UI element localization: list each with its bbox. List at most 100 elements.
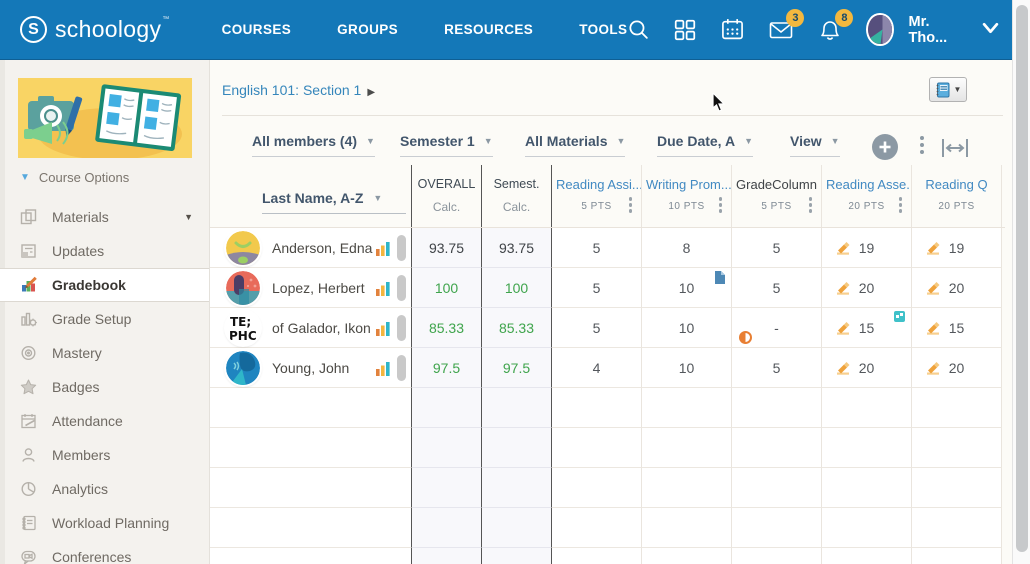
materials-filter[interactable]: All Materials▼ <box>525 133 625 157</box>
semester-grade-cell[interactable]: 93.75 <box>482 228 552 268</box>
comment-indicator-icon[interactable] <box>894 311 905 322</box>
student-stats-icon[interactable] <box>376 361 390 381</box>
notifications-count-badge: 8 <box>835 9 853 27</box>
grading-period-filter[interactable]: Semester 1▼ <box>400 133 493 157</box>
view-filter[interactable]: View▼ <box>790 133 840 157</box>
sidebar-item-analytics[interactable]: Analytics <box>0 472 209 506</box>
assignment-column-header: Writing Prom... 10 PTS <box>642 165 732 227</box>
assignment-title-link[interactable]: Reading Assi... <box>552 177 641 192</box>
sidebar-item-conferences[interactable]: Conferences <box>0 540 209 564</box>
members-filter[interactable]: All members (4)▼ <box>252 133 375 157</box>
student-stats-icon[interactable] <box>376 281 390 301</box>
column-kebab-icon[interactable] <box>719 197 723 213</box>
sort-students-control[interactable]: Last Name, A-Z ▼ <box>262 190 406 214</box>
course-options-toggle[interactable]: ▼ Course Options <box>20 170 129 185</box>
sidebar-item-mastery[interactable]: Mastery <box>0 336 209 370</box>
student-cell[interactable]: Young, John <box>210 348 412 388</box>
sidebar-item-members[interactable]: Members <box>0 438 209 472</box>
grade-cell[interactable]: 10 <box>642 308 732 348</box>
grade-cell[interactable]: 19 <box>822 228 912 268</box>
grade-cell[interactable]: 5 <box>732 268 822 308</box>
empty-cell <box>412 388 482 428</box>
student-row: Young, John 97.5 97.5 4 10 5 20 20 <box>210 348 1005 388</box>
grade-cell[interactable]: 5 <box>732 348 822 388</box>
notifications-bell-icon[interactable]: 8 <box>817 17 843 43</box>
sidebar-item-workload-planning[interactable]: Workload Planning <box>0 506 209 540</box>
grade-cell[interactable]: 4 <box>552 348 642 388</box>
semester-grade-cell[interactable]: 97.5 <box>482 348 552 388</box>
sidebar-item-gradebook[interactable]: Gradebook <box>0 268 209 302</box>
nav-item-groups[interactable]: GROUPS <box>337 22 398 37</box>
calendar-icon[interactable] <box>720 17 745 43</box>
sidebar-item-grade-setup[interactable]: Grade Setup <box>0 302 209 336</box>
user-menu-chevron-down-icon[interactable] <box>982 21 999 39</box>
sidebar-item-badges[interactable]: Badges <box>0 370 209 404</box>
student-cell[interactable]: Lopez, Herbert <box>210 268 412 308</box>
semester-grade-cell[interactable]: 85.33 <box>482 308 552 348</box>
assignment-title-link[interactable]: Reading Q <box>912 177 1001 192</box>
assignment-title[interactable]: GradeColumn <box>732 177 821 192</box>
assignment-title-link[interactable]: Writing Prom... <box>642 177 731 192</box>
grade-cell[interactable]: 5 <box>552 268 642 308</box>
column-kebab-icon[interactable] <box>899 197 903 213</box>
nav-item-tools[interactable]: TOOLS <box>579 22 627 37</box>
gradebook-view-button[interactable]: ▼ <box>929 77 967 102</box>
search-icon[interactable] <box>627 17 650 43</box>
nav-item-courses[interactable]: COURSES <box>222 22 292 37</box>
grade-cell[interactable]: 5 <box>552 228 642 268</box>
user-name[interactable]: Mr. Tho... <box>909 14 960 46</box>
grade-cell[interactable]: - <box>732 308 822 348</box>
submission-document-icon[interactable] <box>714 271 725 287</box>
row-scroll-handle[interactable] <box>397 315 406 341</box>
app-grid-icon[interactable] <box>673 17 697 43</box>
semester-grade-cell[interactable]: 100 <box>482 268 552 308</box>
messages-icon[interactable]: 3 <box>768 17 794 43</box>
row-scroll-handle[interactable] <box>397 235 406 261</box>
grade-cell[interactable]: 15 <box>822 308 912 348</box>
row-scroll-handle[interactable] <box>397 355 406 381</box>
overall-column-header[interactable]: OVERALL Calc. <box>412 165 482 227</box>
column-kebab-icon[interactable] <box>629 197 633 213</box>
row-scroll-handle[interactable] <box>397 275 406 301</box>
sidebar-item-updates[interactable]: Updates <box>0 234 209 268</box>
course-cover-image[interactable] <box>18 78 192 158</box>
semester-column-header[interactable]: Semest. Calc. <box>482 165 552 227</box>
sort-order-filter[interactable]: Due Date, A▼ <box>657 133 753 157</box>
add-column-button[interactable] <box>872 134 898 160</box>
grade-cell[interactable]: 15 <box>912 308 1002 348</box>
grade-cell[interactable]: 5 <box>552 308 642 348</box>
empty-cell <box>412 428 482 468</box>
empty-cell <box>642 428 732 468</box>
sidebar-item-attendance[interactable]: Attendance <box>0 404 209 438</box>
page-scrollbar-thumb[interactable] <box>1016 5 1028 552</box>
more-options-kebab-icon[interactable] <box>916 136 928 154</box>
grade-cell[interactable]: 5 <box>732 228 822 268</box>
overall-grade-cell[interactable]: 100 <box>412 268 482 308</box>
page-scrollbar[interactable] <box>1012 0 1030 564</box>
student-stats-icon[interactable] <box>376 241 390 261</box>
column-kebab-icon[interactable] <box>809 197 813 213</box>
materials-caret-icon[interactable]: ▼ <box>184 212 193 222</box>
student-cell[interactable]: Anderson, Edna <box>210 228 412 268</box>
overall-grade-cell[interactable]: 97.5 <box>412 348 482 388</box>
grade-cell[interactable]: 10 <box>642 348 732 388</box>
breadcrumb[interactable]: English 101: Section 1▶ <box>222 82 375 98</box>
expand-columns-icon[interactable] <box>941 137 969 164</box>
assignment-title-link[interactable]: Reading Asse... <box>822 177 911 192</box>
grade-cell[interactable]: 20 <box>912 348 1002 388</box>
overall-grade-cell[interactable]: 93.75 <box>412 228 482 268</box>
grade-cell[interactable]: 19 <box>912 228 1002 268</box>
grade-cell[interactable]: 20 <box>822 348 912 388</box>
student-cell[interactable]: TE;PHC of Galador, Ikon <box>210 308 412 348</box>
schoology-logo[interactable]: S schoology™ <box>20 16 170 43</box>
grade-cell[interactable]: 10 <box>642 268 732 308</box>
nav-item-resources[interactable]: RESOURCES <box>444 22 533 37</box>
student-stats-icon[interactable] <box>376 321 390 341</box>
grade-cell[interactable]: 20 <box>822 268 912 308</box>
sidebar-item-materials[interactable]: Materials ▼ <box>0 200 209 234</box>
grade-cell[interactable]: 8 <box>642 228 732 268</box>
user-avatar[interactable] <box>866 13 893 46</box>
grade-cell[interactable]: 20 <box>912 268 1002 308</box>
overall-grade-cell[interactable]: 85.33 <box>412 308 482 348</box>
override-pencil-icon <box>925 319 942 339</box>
